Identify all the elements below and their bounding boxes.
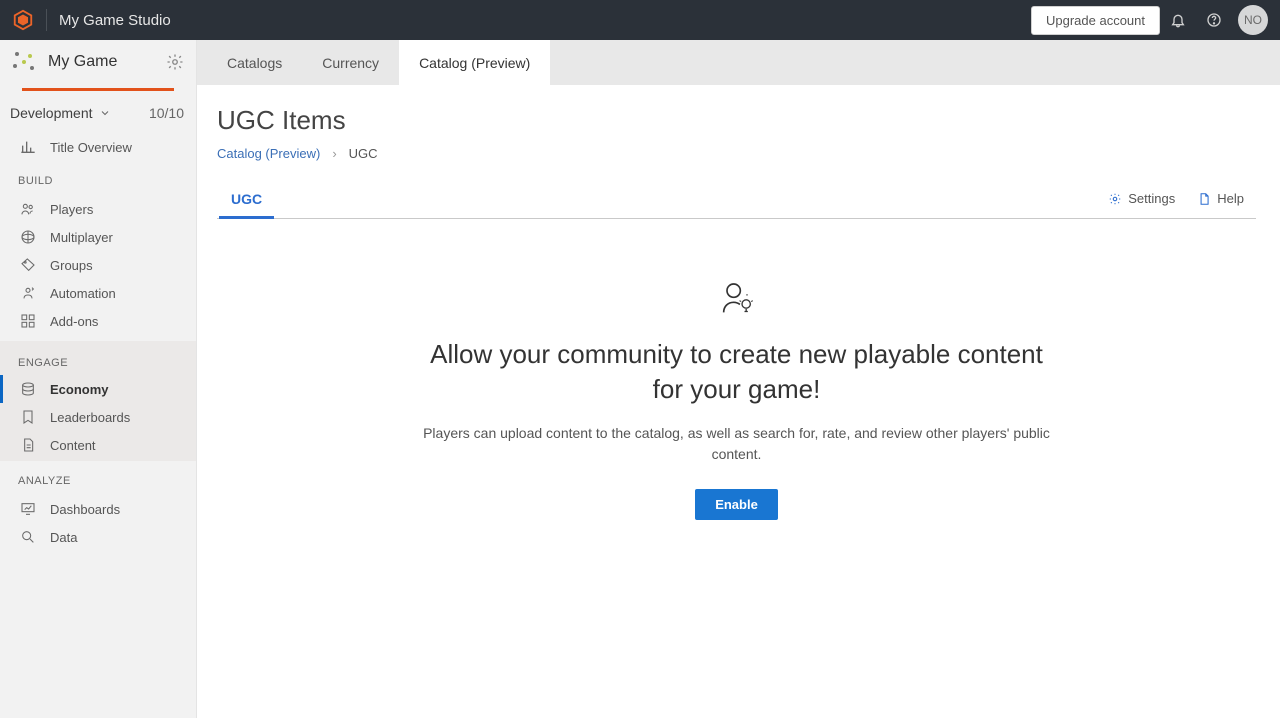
nav-label: Content — [50, 438, 96, 453]
document-icon — [1197, 192, 1211, 206]
tab-currency[interactable]: Currency — [302, 40, 399, 85]
playfab-logo-icon — [12, 9, 34, 31]
bar-chart-icon — [20, 139, 36, 155]
dashboard-icon — [20, 501, 36, 517]
avatar[interactable]: NO — [1238, 5, 1268, 35]
nav-label: Players — [50, 202, 93, 217]
brand-block: My Game Studio — [12, 9, 171, 31]
help-icon[interactable] — [1196, 2, 1232, 38]
environment-selector[interactable]: Development 10/10 — [0, 91, 196, 133]
players-icon — [20, 201, 36, 217]
help-link[interactable]: Help — [1197, 191, 1244, 206]
settings-link[interactable]: Settings — [1108, 191, 1175, 206]
nav-label: Economy — [50, 382, 109, 397]
nav-label: Multiplayer — [50, 230, 113, 245]
gear-icon — [1108, 192, 1122, 206]
section-engage: ENGAGE — [0, 343, 196, 375]
nav-label: Groups — [50, 258, 93, 273]
nav-automation[interactable]: Automation — [0, 279, 196, 307]
nav-economy[interactable]: Economy — [0, 375, 196, 403]
user-idea-icon — [717, 279, 757, 319]
topbar: My Game Studio Upgrade account NO — [0, 0, 1280, 40]
notifications-icon[interactable] — [1160, 2, 1196, 38]
page-title: UGC Items — [217, 105, 1256, 136]
nav-label: Title Overview — [50, 140, 132, 155]
nav-groups[interactable]: Groups — [0, 251, 196, 279]
sidebar: My Game Development 10/10 Title Overview… — [0, 40, 197, 718]
nav-leaderboards[interactable]: Leaderboards — [0, 403, 196, 431]
empty-heading: Allow your community to create new playa… — [417, 337, 1057, 407]
stack-icon — [20, 381, 36, 397]
nav-content[interactable]: Content — [0, 431, 196, 459]
settings-label: Settings — [1128, 191, 1175, 206]
studio-name[interactable]: My Game Studio — [59, 12, 171, 29]
top-tabs: Catalogs Currency Catalog (Preview) — [197, 40, 1280, 85]
nav-label: Automation — [50, 286, 116, 301]
tab-catalogs[interactable]: Catalogs — [207, 40, 302, 85]
tag-icon — [20, 257, 36, 273]
automation-icon — [20, 285, 36, 301]
breadcrumb: Catalog (Preview) › UGC — [217, 146, 1256, 161]
upgrade-account-button[interactable]: Upgrade account — [1031, 6, 1160, 35]
game-header: My Game — [0, 40, 196, 91]
nav-addons[interactable]: Add-ons — [0, 307, 196, 335]
nav-label: Add-ons — [50, 314, 98, 329]
main-content: Catalogs Currency Catalog (Preview) UGC … — [197, 40, 1280, 718]
nav-title-overview[interactable]: Title Overview — [0, 133, 196, 161]
page-body: UGC Items Catalog (Preview) › UGC UGC Se… — [197, 85, 1280, 718]
empty-body: Players can upload content to the catalo… — [417, 423, 1057, 465]
game-name[interactable]: My Game — [48, 53, 154, 71]
game-logo-icon — [12, 50, 36, 74]
chevron-down-icon — [99, 107, 111, 119]
nav-label: Leaderboards — [50, 410, 130, 425]
sub-tabs-row: UGC Settings Help — [217, 179, 1256, 219]
bookmark-icon — [20, 409, 36, 425]
chevron-right-icon: › — [332, 146, 336, 161]
nav-dashboards[interactable]: Dashboards — [0, 495, 196, 523]
environment-count: 10/10 — [149, 105, 184, 121]
globe-icon — [20, 229, 36, 245]
section-analyze: ANALYZE — [0, 461, 196, 493]
subtab-ugc[interactable]: UGC — [217, 179, 276, 218]
nav-label: Dashboards — [50, 502, 120, 517]
nav-multiplayer[interactable]: Multiplayer — [0, 223, 196, 251]
breadcrumb-link[interactable]: Catalog (Preview) — [217, 146, 320, 161]
topbar-divider — [46, 9, 47, 31]
tab-catalog-preview[interactable]: Catalog (Preview) — [399, 40, 550, 85]
search-icon — [20, 529, 36, 545]
grid-icon — [20, 313, 36, 329]
environment-label: Development — [10, 105, 93, 121]
nav-data[interactable]: Data — [0, 523, 196, 551]
breadcrumb-current: UGC — [349, 146, 378, 161]
empty-state: Allow your community to create new playa… — [417, 279, 1057, 520]
nav-players[interactable]: Players — [0, 195, 196, 223]
help-label: Help — [1217, 191, 1244, 206]
enable-button[interactable]: Enable — [695, 489, 778, 520]
section-build: BUILD — [0, 161, 196, 193]
file-icon — [20, 437, 36, 453]
nav-label: Data — [50, 530, 77, 545]
gear-icon[interactable] — [166, 53, 184, 71]
